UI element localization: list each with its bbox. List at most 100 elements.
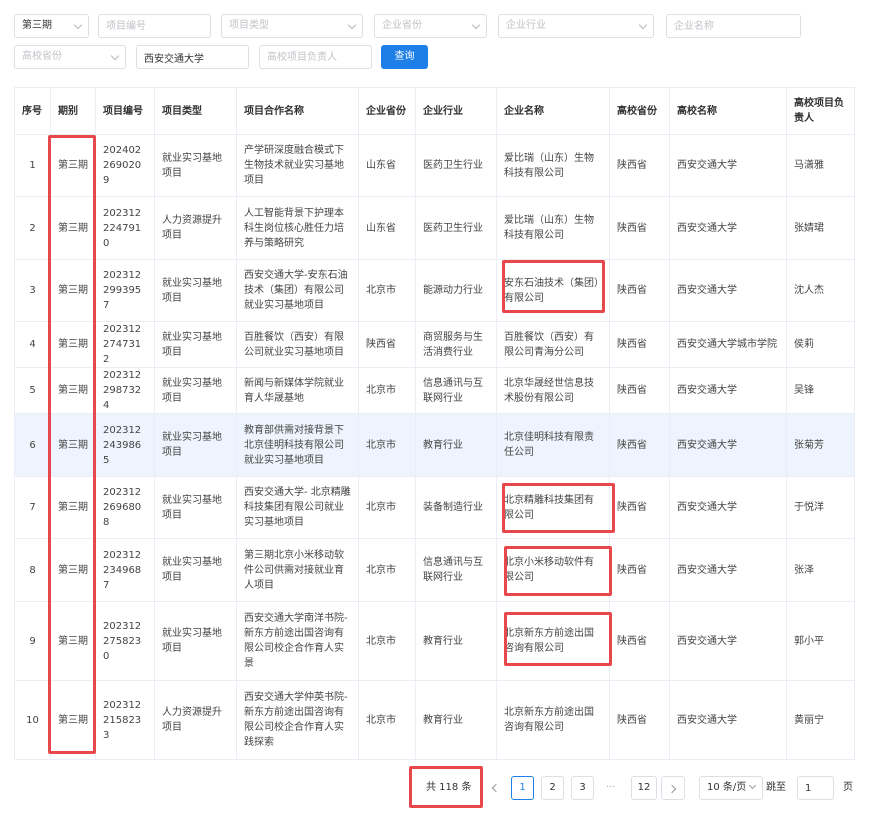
cell-project-type: 就业实习基地项目 (154, 601, 237, 681)
cell-school-province: 陕西省 (609, 538, 670, 602)
cell-enterprise-name: 爱比瑞（山东）生物科技有限公司 (496, 134, 610, 197)
cell-project-type: 人力资源提升项目 (154, 196, 237, 260)
cell-enterprise-province: 山东省 (358, 134, 416, 197)
cell-index: 8 (14, 538, 51, 602)
cell-period: 第三期 (50, 476, 96, 539)
school-name-input[interactable] (136, 45, 249, 69)
chevron-right-icon (667, 784, 677, 794)
cell-project-no: 2023122987324 (95, 367, 155, 414)
enterprise-province-select[interactable]: 企业省份 (374, 14, 487, 38)
cell-school-province: 陕西省 (609, 259, 670, 322)
cell-project-no: 2023122247910 (95, 196, 155, 260)
header-project-no: 项目编号 (95, 87, 155, 135)
cell-project-no: 2023122758230 (95, 601, 155, 681)
school-province-placeholder: 高校省份 (22, 51, 62, 62)
table-row[interactable]: 1 第三期 2024022690209 就业实习基地项目 产学研深度融合模式下生物技术就… (14, 134, 855, 197)
cell-index: 9 (14, 601, 51, 681)
table-row[interactable]: 2 第三期 2023122247910 人力资源提升项目 人工智能背景下护理本科生岗位核… (14, 196, 855, 260)
goto-page-input[interactable] (797, 776, 834, 800)
chevron-down-icon (638, 20, 648, 30)
header-enterprise-name: 企业名称 (496, 87, 610, 135)
cell-project-name: 百胜餐饮（西安）有限公司就业实习基地项目 (236, 321, 359, 368)
school-leader-input[interactable] (259, 45, 372, 69)
cell-school-province: 陕西省 (609, 196, 670, 260)
cell-project-no: 2023122747312 (95, 321, 155, 368)
pages-ellipsis[interactable]: ··· (606, 776, 616, 800)
page-size-value: 10 条/页 (707, 782, 747, 793)
page-suffix: 页 (843, 782, 853, 793)
cell-enterprise-industry: 能源动力行业 (415, 259, 497, 322)
table-row[interactable]: 10 第三期 2023122158233 人力资源提升项目 西安交通大学仲英书院-新东方… (14, 680, 855, 760)
cell-project-no: 2023122696808 (95, 476, 155, 539)
cell-enterprise-province: 北京市 (358, 413, 416, 477)
cell-school-province: 陕西省 (609, 476, 670, 539)
cell-enterprise-industry: 医药卫生行业 (415, 196, 497, 260)
table-row[interactable]: 9 第三期 2023122758230 就业实习基地项目 西安交通大学南洋书院-新东方前… (14, 601, 855, 681)
cell-school-leader: 沈人杰 (786, 259, 855, 322)
cell-school-province: 陕西省 (609, 134, 670, 197)
cell-enterprise-name: 爱比瑞（山东）生物科技有限公司 (496, 196, 610, 260)
cell-school-name: 西安交通大学 (669, 196, 787, 260)
cell-enterprise-industry: 装备制造行业 (415, 476, 497, 539)
cell-period: 第三期 (50, 413, 96, 477)
page-button-2[interactable]: 2 (541, 776, 564, 800)
cell-enterprise-name: 北京新东方前途出国咨询有限公司 (496, 601, 610, 681)
cell-enterprise-industry: 信息通讯与互联网行业 (415, 538, 497, 602)
cell-enterprise-industry: 教育行业 (415, 601, 497, 681)
table-row[interactable]: 8 第三期 2023122349687 就业实习基地项目 第三期北京小米移动软件公司供需… (14, 538, 855, 602)
school-province-select[interactable]: 高校省份 (14, 45, 126, 69)
page-size-select[interactable]: 10 条/页 (699, 776, 763, 800)
cell-enterprise-province: 北京市 (358, 259, 416, 322)
cell-school-name: 西安交通大学 (669, 476, 787, 539)
prev-page-button[interactable] (484, 776, 506, 800)
enterprise-province-placeholder: 企业省份 (382, 20, 422, 31)
cell-index: 2 (14, 196, 51, 260)
chevron-down-icon (748, 781, 757, 790)
cell-project-name: 产学研深度融合模式下生物技术就业实习基地项目 (236, 134, 359, 197)
table-row[interactable]: 5 第三期 2023122987324 就业实习基地项目 新闻与新媒体学院就业育人华晟基… (14, 367, 855, 414)
header-project-name: 项目合作名称 (236, 87, 359, 135)
next-page-button[interactable] (661, 776, 685, 800)
cell-school-province: 陕西省 (609, 367, 670, 414)
header-school-province: 高校省份 (609, 87, 670, 135)
project-type-placeholder: 项目类型 (229, 20, 269, 31)
cell-period: 第三期 (50, 321, 96, 368)
cell-index: 1 (14, 134, 51, 197)
cell-index: 10 (14, 680, 51, 760)
header-project-type: 项目类型 (154, 87, 237, 135)
cell-enterprise-province: 陕西省 (358, 321, 416, 368)
project-no-input[interactable] (98, 14, 211, 38)
period-select[interactable]: 第三期 (14, 14, 89, 38)
cell-school-name: 西安交通大学 (669, 538, 787, 602)
project-type-select[interactable]: 项目类型 (221, 14, 363, 38)
table-row[interactable]: 3 第三期 2023122993957 就业实习基地项目 西安交通大学-安东石油技术（集… (14, 259, 855, 322)
cell-enterprise-industry: 教育行业 (415, 413, 497, 477)
table-row[interactable]: 4 第三期 2023122747312 就业实习基地项目 百胜餐饮（西安）有限公司就业实… (14, 321, 855, 368)
goto-label: 跳至 (766, 782, 786, 793)
chevron-down-icon (471, 20, 481, 30)
cell-project-type: 就业实习基地项目 (154, 259, 237, 322)
cell-project-type: 就业实习基地项目 (154, 321, 237, 368)
page-button-last[interactable]: 12 (631, 776, 657, 800)
query-button[interactable]: 查询 (381, 45, 428, 69)
cell-enterprise-name: 北京小米移动软件有限公司 (496, 538, 610, 602)
enterprise-name-input[interactable] (666, 14, 801, 38)
table-row[interactable]: 7 第三期 2023122696808 就业实习基地项目 西安交通大学- 北京精雕科技集… (14, 476, 855, 539)
cell-index: 7 (14, 476, 51, 539)
page-button-1[interactable]: 1 (511, 776, 534, 800)
cell-enterprise-name: 北京新东方前途出国咨询有限公司 (496, 680, 610, 760)
table-row[interactable]: 6 第三期 2023122439865 就业实习基地项目 教育部供需对接背景下北京佳明科… (14, 413, 855, 477)
page-button-3[interactable]: 3 (571, 776, 594, 800)
chevron-down-icon (110, 51, 120, 61)
cell-enterprise-province: 北京市 (358, 680, 416, 760)
cell-enterprise-name: 北京佳明科技有限责任公司 (496, 413, 610, 477)
cell-school-name: 西安交通大学 (669, 134, 787, 197)
cell-project-name: 人工智能背景下护理本科生岗位核心胜任力培养与策略研究 (236, 196, 359, 260)
cell-school-leader: 马潇雅 (786, 134, 855, 197)
cell-enterprise-industry: 医药卫生行业 (415, 134, 497, 197)
enterprise-industry-select[interactable]: 企业行业 (498, 14, 654, 38)
cell-enterprise-province: 北京市 (358, 538, 416, 602)
cell-project-name: 西安交通大学仲英书院-新东方前途出国咨询有限公司校企合作育人实践探索 (236, 680, 359, 760)
cell-school-province: 陕西省 (609, 321, 670, 368)
cell-school-province: 陕西省 (609, 601, 670, 681)
